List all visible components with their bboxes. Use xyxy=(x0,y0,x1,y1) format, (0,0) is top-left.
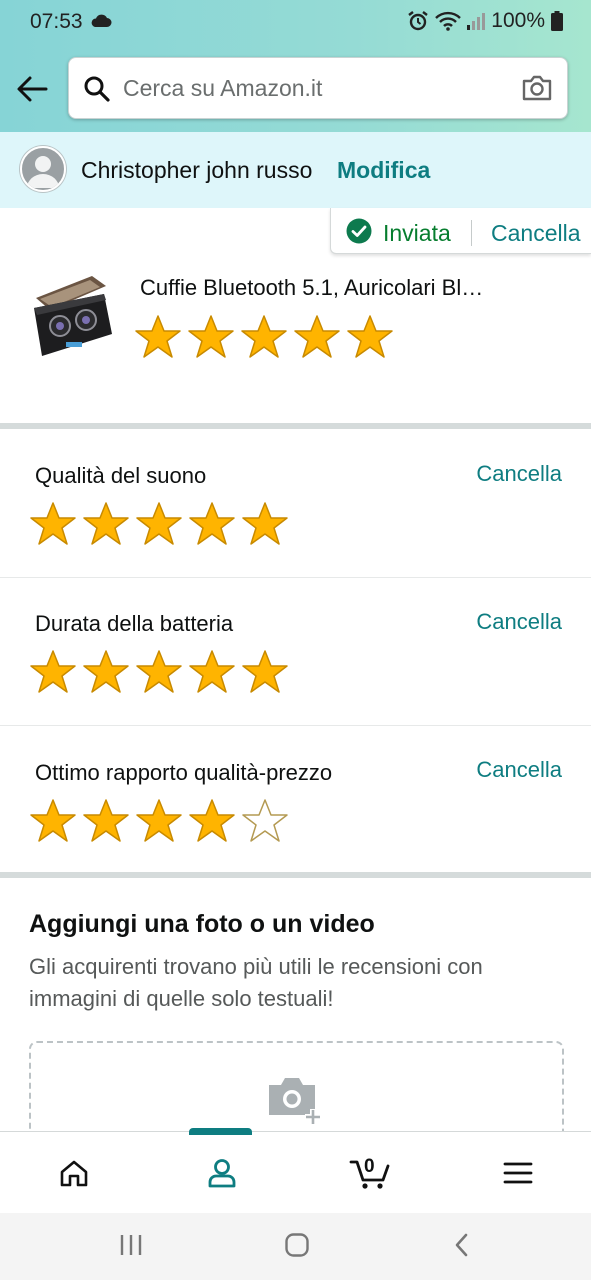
sent-status-label: Inviata xyxy=(383,220,451,246)
star-filled-icon[interactable] xyxy=(240,648,290,696)
camera-icon[interactable] xyxy=(521,74,553,102)
product-title[interactable]: Cuffie Bluetooth 5.1, Auricolari Bl… xyxy=(140,275,483,301)
star-filled-icon[interactable] xyxy=(186,313,236,361)
add-media-title: Aggiungi una foto o un video xyxy=(29,910,375,938)
recent-apps-icon[interactable] xyxy=(119,1231,143,1259)
battery-percent: 100% xyxy=(491,9,545,32)
edit-profile-link[interactable]: Modifica xyxy=(337,157,430,184)
attribute-rating-stars[interactable] xyxy=(28,648,290,696)
wifi-icon xyxy=(435,11,462,31)
star-empty-icon[interactable] xyxy=(240,797,290,845)
section-divider xyxy=(0,423,591,429)
profile-name: Christopher john russo xyxy=(81,157,313,183)
star-filled-icon[interactable] xyxy=(292,313,342,361)
star-filled-icon[interactable] xyxy=(239,313,289,361)
star-filled-icon[interactable] xyxy=(28,648,78,696)
row-divider xyxy=(0,577,591,578)
attribute-label: Ottimo rapporto qualità-prezzo xyxy=(35,760,333,785)
add-photo-icon xyxy=(269,1078,321,1125)
star-filled-icon[interactable] xyxy=(187,797,237,845)
check-circle-icon xyxy=(346,218,372,244)
star-filled-icon[interactable] xyxy=(81,648,131,696)
profile-bar: Christopher john russo Modifica xyxy=(0,132,591,208)
user-icon xyxy=(208,1159,236,1188)
star-filled-icon[interactable] xyxy=(133,313,183,361)
product-image[interactable] xyxy=(30,268,116,360)
star-filled-icon[interactable] xyxy=(134,500,184,548)
star-filled-icon[interactable] xyxy=(187,648,237,696)
cancel-review-link[interactable]: Cancella xyxy=(491,220,581,247)
back-button-icon[interactable] xyxy=(452,1231,472,1259)
star-filled-icon[interactable] xyxy=(187,500,237,548)
status-icons: 100% xyxy=(407,9,563,33)
status-time: 07:53 xyxy=(30,10,83,33)
search-input[interactable] xyxy=(123,58,508,118)
divider xyxy=(471,220,472,246)
add-media-description: Gli acquirenti trovano più utili le rece… xyxy=(29,954,483,1011)
star-filled-icon[interactable] xyxy=(134,648,184,696)
nav-cart[interactable]: 0 xyxy=(296,1132,444,1214)
nav-menu[interactable] xyxy=(444,1132,591,1214)
attribute-cancel-link[interactable]: Cancella xyxy=(476,461,562,487)
cloud-icon xyxy=(91,14,112,27)
home-button-icon[interactable] xyxy=(284,1231,310,1259)
user-avatar-icon xyxy=(27,156,59,188)
star-filled-icon[interactable] xyxy=(81,500,131,548)
attribute-cancel-link[interactable]: Cancella xyxy=(476,609,562,635)
star-filled-icon[interactable] xyxy=(28,500,78,548)
star-filled-icon[interactable] xyxy=(345,313,395,361)
star-filled-icon[interactable] xyxy=(240,500,290,548)
review-status-pill: Inviata Cancella xyxy=(330,208,591,254)
cart-count: 0 xyxy=(364,1156,375,1177)
row-divider xyxy=(0,725,591,726)
search-icon xyxy=(84,76,110,102)
overall-rating-stars[interactable] xyxy=(133,313,395,361)
nav-home[interactable] xyxy=(0,1132,148,1214)
attribute-label: Qualità del suono xyxy=(35,463,207,488)
battery-icon xyxy=(551,11,563,31)
star-filled-icon[interactable] xyxy=(81,797,131,845)
menu-icon xyxy=(503,1162,533,1184)
home-icon xyxy=(60,1160,88,1187)
star-filled-icon[interactable] xyxy=(134,797,184,845)
nav-profile[interactable] xyxy=(148,1132,296,1214)
attribute-rating-stars[interactable] xyxy=(28,797,290,845)
signal-icon xyxy=(467,13,486,30)
system-navigation-bar xyxy=(0,1213,591,1280)
search-bar[interactable] xyxy=(68,57,568,119)
avatar xyxy=(20,146,66,192)
section-divider xyxy=(0,872,591,878)
back-arrow-icon[interactable] xyxy=(16,74,48,104)
alarm-icon xyxy=(408,11,429,31)
attribute-label: Durata della batteria xyxy=(35,611,234,636)
attribute-rating-stars[interactable] xyxy=(28,500,290,548)
star-filled-icon[interactable] xyxy=(28,797,78,845)
attribute-cancel-link[interactable]: Cancella xyxy=(476,757,562,783)
bottom-navigation: 0 xyxy=(0,1128,591,1214)
status-bar: 07:53 100% xyxy=(0,0,591,46)
